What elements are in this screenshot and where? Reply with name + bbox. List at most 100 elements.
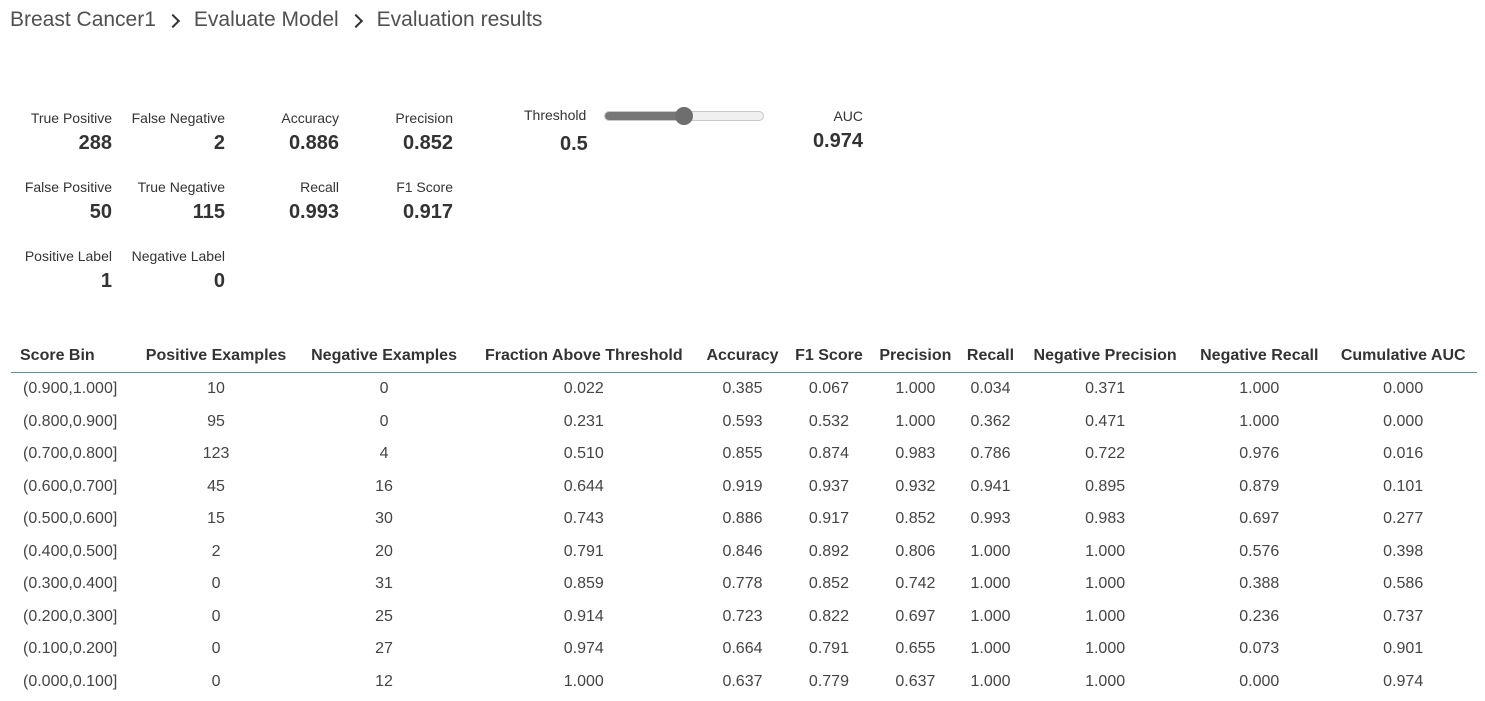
table-cell: 0.034 [970, 380, 1011, 398]
metric-auc: AUC 0.974 [813, 108, 863, 154]
table-row: (0.400,0.500] 2 20 0.791 0.846 0.892 0.806 1.00… [11, 536, 1477, 569]
table-cell: 0.231 [563, 412, 604, 430]
table-cell: 25 [375, 607, 393, 625]
table-cell: 4 [379, 445, 389, 463]
metric-label: Negative Label [131, 248, 225, 264]
table-row: (0.100,0.200] 0 27 0.974 0.664 0.791 0.655 1.00… [11, 633, 1477, 666]
column-header: Negative Recall [1189, 340, 1330, 373]
column-header: F1 Score [786, 340, 871, 373]
table-cell: 0.822 [808, 607, 849, 625]
table-cell: 0.786 [970, 445, 1011, 463]
table-cell: 0.371 [1085, 380, 1126, 398]
table-cell: 0.742 [895, 575, 936, 593]
table-cell: 0.941 [970, 477, 1011, 495]
threshold-label: Threshold [524, 107, 587, 123]
table-cell: 1.000 [970, 575, 1011, 593]
table-cell: 0.983 [895, 445, 936, 463]
metric-value: 1 [100, 270, 112, 292]
table-cell: 0.022 [563, 380, 604, 398]
column-header: Cumulative AUC [1329, 340, 1477, 373]
table-cell: 0.510 [563, 445, 604, 463]
table-cell: 2 [211, 542, 221, 560]
table-row: (0.700,0.800] 123 4 0.510 0.855 0.874 0.983 0.7… [11, 438, 1477, 471]
metric-value: 0.917 [402, 201, 453, 223]
metric-label: False Positive [24, 179, 112, 195]
table-cell: 95 [207, 412, 225, 430]
table-row: (0.800,0.900] 95 0 0.231 0.593 0.532 1.000 0.36… [11, 406, 1477, 439]
column-header: Score Bin [11, 340, 134, 373]
table-cell: 0.722 [1085, 445, 1126, 463]
table-cell: 0.779 [808, 672, 849, 690]
table-cell: 1.000 [1085, 672, 1126, 690]
table-cell: 0.919 [722, 477, 763, 495]
breadcrumb-item-experiment[interactable]: Breast Cancer1 [10, 8, 156, 32]
metric-value: 50 [89, 201, 112, 223]
table-cell: (0.200,0.300] [23, 607, 118, 625]
table-cell: 0.644 [563, 477, 604, 495]
table-cell: 0.073 [1239, 640, 1280, 658]
table-cell: 0.874 [808, 445, 849, 463]
table-cell: 1.000 [1085, 575, 1126, 593]
table-cell: 0.937 [808, 477, 849, 495]
metric-true-positive: True Positive 288 [31, 110, 112, 156]
table-cell: 0.914 [563, 607, 604, 625]
slider-thumb[interactable] [675, 107, 693, 125]
table-cell: 0.471 [1085, 412, 1126, 430]
table-cell: 0.637 [895, 672, 936, 690]
table-cell: 30 [375, 510, 393, 528]
metric-value: 0.974 [812, 130, 863, 152]
metric-label: Precision [395, 110, 453, 126]
table-cell: 0.697 [1239, 510, 1280, 528]
threshold-slider[interactable] [604, 107, 764, 125]
table-cell: 0.385 [722, 380, 763, 398]
table-cell: 0 [379, 412, 389, 430]
chevron-right-icon [165, 13, 180, 29]
table-cell: 1.000 [1085, 607, 1126, 625]
table-cell: (0.000,0.100] [23, 672, 118, 690]
table-cell: 0.637 [722, 672, 763, 690]
table-body: (0.900,1.000] 10 0 0.022 0.385 0.067 1.000 0.03… [11, 373, 1477, 699]
table-cell: 0.000 [1383, 380, 1424, 398]
table-cell: 0.576 [1239, 542, 1280, 560]
table-cell: 0 [379, 380, 389, 398]
column-header: Negative Examples [298, 340, 470, 373]
table-cell: 0.791 [563, 542, 604, 560]
metric-label: True Positive [30, 110, 112, 126]
table-cell: 0.737 [1383, 607, 1424, 625]
column-header: Accuracy [698, 340, 787, 373]
metric-label: Recall [300, 179, 339, 195]
table-cell: 0.901 [1383, 640, 1424, 658]
breadcrumb-item-module[interactable]: Evaluate Model [194, 8, 339, 32]
metric-precision: Precision 0.852 [395, 110, 453, 156]
column-header: Precision [870, 340, 960, 373]
table-cell: 0.664 [722, 640, 763, 658]
table-cell: 1.000 [563, 672, 604, 690]
table-cell: 0.917 [808, 510, 849, 528]
metric-recall: Recall 0.993 [289, 179, 339, 225]
table-cell: 0.892 [808, 542, 849, 560]
table-cell: 45 [207, 477, 225, 495]
table-cell: 0 [211, 607, 221, 625]
metric-negative-label: Negative Label 0 [132, 248, 225, 294]
table-cell: 0.852 [895, 510, 936, 528]
table-cell: (0.900,1.000] [23, 380, 118, 398]
table-cell: 0.000 [1239, 672, 1280, 690]
table-cell: (0.800,0.900] [23, 412, 118, 430]
table-cell: 1.000 [895, 412, 936, 430]
metric-value: 115 [192, 201, 225, 223]
metric-accuracy: Accuracy 0.886 [281, 110, 339, 156]
table-cell: 1.000 [970, 607, 1011, 625]
table-cell: 15 [207, 510, 225, 528]
table-cell: 0.398 [1383, 542, 1424, 560]
table-cell: 0.932 [895, 477, 936, 495]
table-cell: 12 [375, 672, 393, 690]
metric-positive-label: Positive Label 1 [25, 248, 112, 294]
table-cell: 0.277 [1383, 510, 1424, 528]
metric-value: 288 [78, 132, 112, 154]
column-header: Fraction Above Threshold [469, 340, 699, 373]
metric-value: 2 [213, 132, 225, 154]
metric-value: 0.886 [288, 132, 339, 154]
table-row: (0.000,0.100] 0 12 1.000 0.637 0.779 0.637 1.00… [11, 666, 1477, 699]
breadcrumb: Breast Cancer1 Evaluate Model Evaluation… [10, 8, 542, 32]
table-cell: 0.362 [970, 412, 1011, 430]
